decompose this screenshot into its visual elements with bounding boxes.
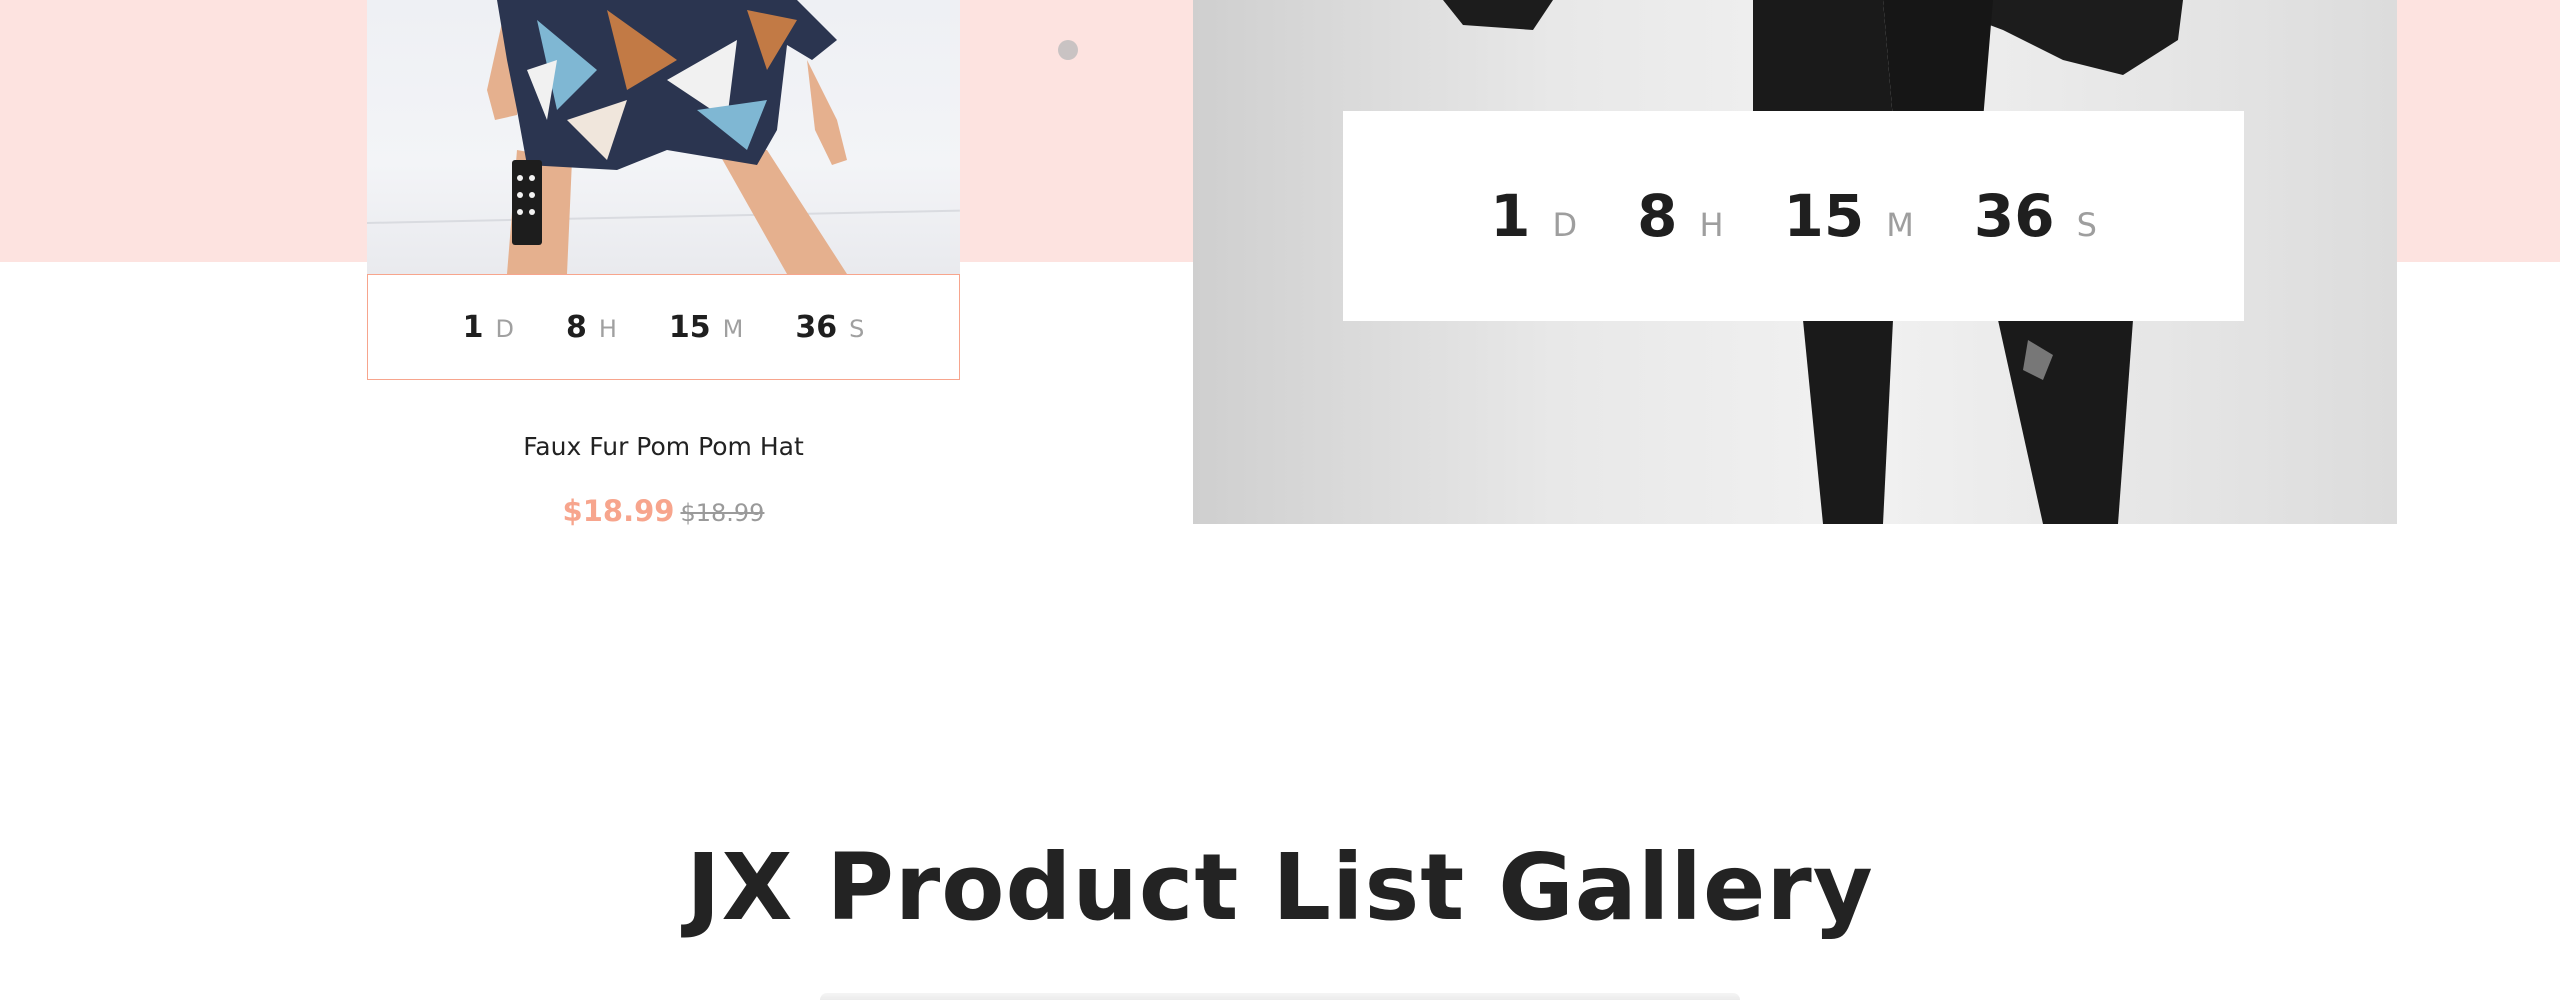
countdown-minutes-value: 15 bbox=[668, 309, 711, 345]
price-row: $18.99 $18.99 bbox=[367, 494, 960, 528]
sale-price: $18.99 bbox=[562, 494, 675, 528]
countdown-days: 1 D bbox=[463, 310, 514, 345]
countdown-hours: 8 H bbox=[566, 310, 617, 345]
banner-countdown-minutes: 15 M bbox=[1784, 182, 1914, 250]
section-title: JX Product List Gallery bbox=[686, 833, 1874, 941]
banner-countdown-hours-value: 8 bbox=[1637, 182, 1678, 250]
product-countdown: 1 D 8 H 15 M 36 S bbox=[367, 274, 960, 380]
countdown-minutes: 15 M bbox=[669, 310, 743, 345]
countdown-seconds-value: 36 bbox=[795, 309, 838, 345]
banner-countdown-days: 1 D bbox=[1490, 182, 1577, 250]
banner-countdown-hours-label: H bbox=[1699, 206, 1724, 244]
carousel-dot[interactable] bbox=[1058, 40, 1078, 60]
countdown-days-value: 1 bbox=[462, 309, 484, 345]
banner-countdown: 1 D 8 H 15 M 36 S bbox=[1343, 111, 2244, 321]
product-name-link[interactable]: Faux Fur Pom Pom Hat bbox=[367, 432, 960, 461]
next-section-edge bbox=[820, 993, 1740, 1000]
countdown-minutes-label: M bbox=[722, 314, 744, 343]
countdown-hours-label: H bbox=[598, 314, 617, 343]
countdown-seconds-label: S bbox=[849, 314, 865, 343]
product-image[interactable] bbox=[367, 0, 960, 274]
banner-countdown-minutes-value: 15 bbox=[1783, 182, 1865, 250]
countdown-hours-value: 8 bbox=[565, 309, 587, 345]
banner-countdown-days-value: 1 bbox=[1490, 182, 1531, 250]
countdown-seconds: 36 S bbox=[795, 310, 864, 345]
banner-countdown-days-label: D bbox=[1552, 206, 1578, 244]
banner-countdown-seconds-value: 36 bbox=[1973, 182, 2055, 250]
model-romper-illustration bbox=[487, 0, 847, 274]
countdown-days-label: D bbox=[495, 314, 514, 343]
banner-countdown-hours: 8 H bbox=[1637, 182, 1723, 250]
banner-countdown-seconds: 36 S bbox=[1974, 182, 2097, 250]
banner-countdown-seconds-label: S bbox=[2076, 206, 2097, 244]
regular-price: $18.99 bbox=[680, 499, 765, 527]
banner-countdown-minutes-label: M bbox=[1886, 206, 1914, 244]
